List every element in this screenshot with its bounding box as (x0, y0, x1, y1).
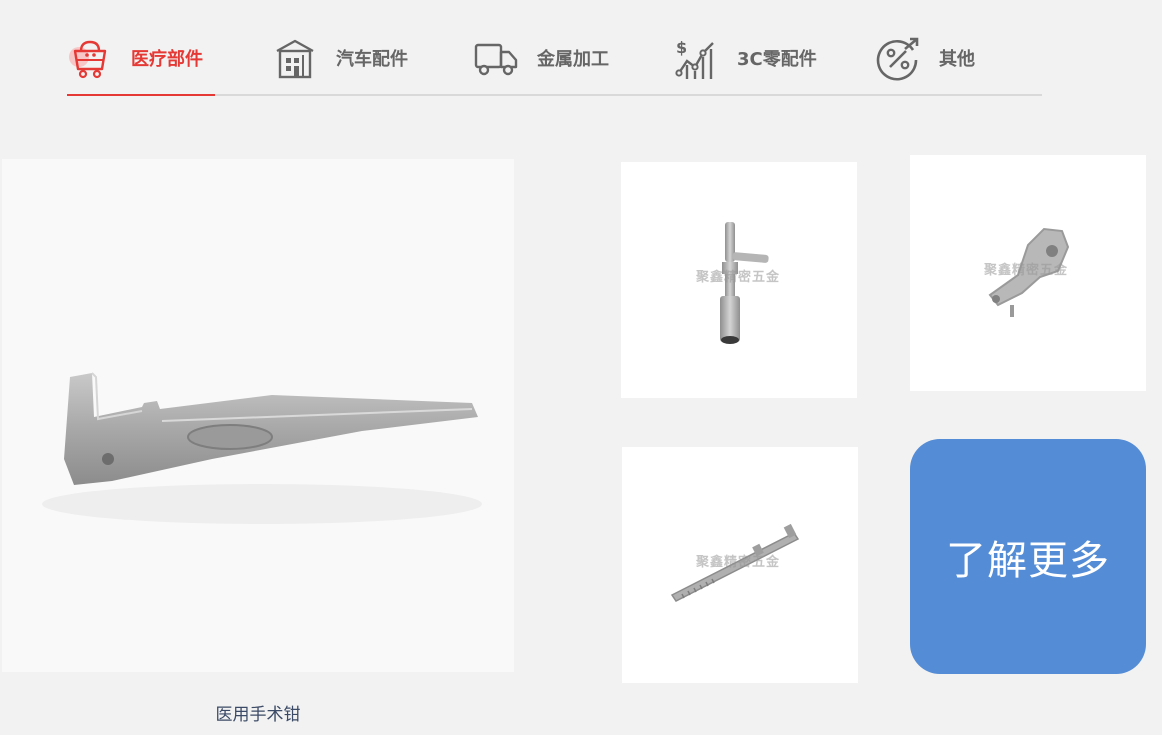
svg-text:$: $ (676, 38, 687, 57)
tab-label: 3C零配件 (737, 49, 817, 70)
learn-more-button[interactable]: 了解更多 (910, 439, 1146, 674)
featured-product-caption[interactable]: 医用手术钳 (2, 700, 514, 725)
category-tabs: 医疗部件 汽车配件 金属加工 $ 3C零配件 其他 (67, 22, 1042, 96)
watermark: 聚鑫精密五金 (984, 263, 1069, 278)
tab-medical-parts[interactable]: 医疗部件 (67, 22, 215, 96)
product-thumbnail[interactable]: 聚鑫精密五金 (910, 155, 1146, 391)
percent-icon (875, 35, 921, 81)
chart-dollar-icon: $ (673, 35, 719, 81)
product-thumbnail[interactable]: 聚鑫精密五金 (622, 447, 858, 683)
tab-label: 金属加工 (537, 49, 609, 70)
tab-label: 汽车配件 (336, 49, 408, 70)
building-icon (272, 35, 318, 81)
truck-icon (473, 35, 519, 81)
tab-3c-parts[interactable]: $ 3C零配件 (673, 22, 817, 94)
tab-label: 医疗部件 (131, 49, 203, 70)
tab-other[interactable]: 其他 (875, 22, 975, 94)
featured-product-image[interactable] (2, 159, 514, 672)
shopping-cart-icon (67, 35, 113, 81)
watermark: 聚鑫精密五金 (696, 555, 781, 570)
tab-metal-processing[interactable]: 金属加工 (473, 22, 609, 94)
watermark: 聚鑫精密五金 (696, 270, 781, 285)
product-thumbnail[interactable]: 聚鑫精密五金 (621, 162, 857, 398)
tab-auto-parts[interactable]: 汽车配件 (272, 22, 408, 94)
tab-label: 其他 (939, 49, 975, 70)
